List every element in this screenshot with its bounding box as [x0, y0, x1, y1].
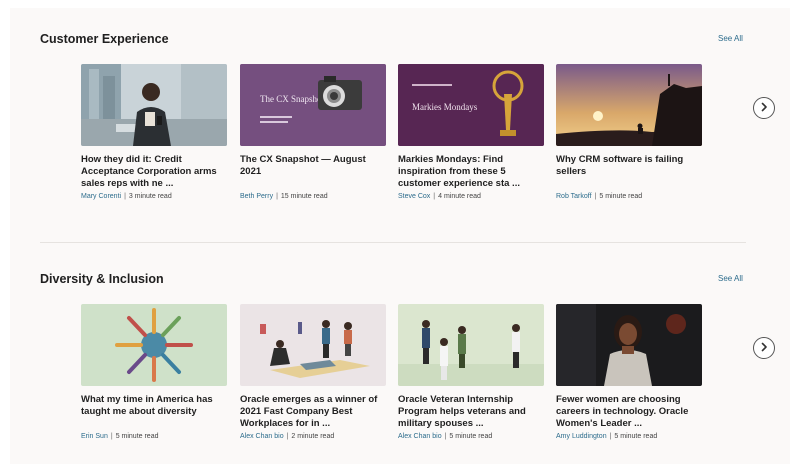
- author-link[interactable]: Amy Luddington: [556, 433, 607, 440]
- see-all-link[interactable]: See All: [718, 34, 743, 43]
- section-customer-experience: Customer Experience See All How they did…: [10, 32, 790, 242]
- meta-separator: |: [110, 433, 113, 440]
- carousel-next-button[interactable]: [753, 97, 775, 119]
- author-link[interactable]: Alex Chan bio: [240, 433, 284, 440]
- read-time: 5 minute read: [115, 433, 159, 440]
- article-meta: Erin Sun | 5 minute read: [81, 433, 227, 440]
- read-time: 2 minute read: [291, 433, 335, 440]
- article-card[interactable]: How they did it: Credit Acceptance Corpo…: [81, 64, 227, 200]
- article-image: Markies Mondays: [398, 64, 544, 146]
- meta-separator: |: [594, 193, 597, 200]
- section-header: Customer Experience See All: [40, 32, 790, 52]
- article-image: [81, 64, 227, 146]
- content-frame: Customer Experience See All How they did…: [10, 8, 790, 464]
- article-title: What my time in America has taught me ab…: [81, 394, 213, 417]
- author-link[interactable]: Steve Cox: [398, 193, 430, 200]
- read-time: 15 minute read: [280, 193, 328, 200]
- article-title: Markies Mondays: Find inspiration from t…: [398, 154, 520, 189]
- meta-separator: |: [286, 433, 289, 440]
- meta-separator: |: [433, 193, 436, 200]
- read-time: 4 minute read: [438, 193, 481, 200]
- read-time: 5 minute read: [614, 433, 658, 440]
- article-meta: Mary Corenti | 3 minute read: [81, 193, 227, 200]
- article-card[interactable]: The CX Snapshot The CX Snapshot — August…: [240, 64, 386, 200]
- article-image: [240, 304, 386, 386]
- section-diversity-inclusion: Diversity & Inclusion See All What my ti…: [10, 272, 790, 462]
- article-meta: Rob Tarkoff | 5 minute read: [556, 193, 702, 200]
- article-title: The CX Snapshot — August 2021: [240, 154, 366, 177]
- article-card[interactable]: Fewer women are choosing careers in tech…: [556, 304, 702, 440]
- chevron-right-icon: [759, 99, 769, 117]
- article-title: Oracle emerges as a winner of 2021 Fast …: [240, 394, 378, 429]
- article-image: [81, 304, 227, 386]
- author-link[interactable]: Beth Perry: [240, 193, 273, 200]
- article-title: How they did it: Credit Acceptance Corpo…: [81, 154, 217, 189]
- author-link[interactable]: Rob Tarkoff: [556, 193, 592, 200]
- article-title: Fewer women are choosing careers in tech…: [556, 394, 689, 429]
- section-header: Diversity & Inclusion See All: [40, 272, 790, 292]
- meta-separator: |: [444, 433, 447, 440]
- article-card[interactable]: What my time in America has taught me ab…: [81, 304, 227, 440]
- read-time: 5 minute read: [449, 433, 493, 440]
- section-title: Customer Experience: [40, 32, 169, 46]
- article-meta: Amy Luddington | 5 minute read: [556, 433, 702, 440]
- article-image: The CX Snapshot: [240, 64, 386, 146]
- meta-separator: |: [609, 433, 612, 440]
- see-all-link[interactable]: See All: [718, 274, 743, 283]
- article-meta: Steve Cox | 4 minute read: [398, 193, 544, 200]
- article-title: Oracle Veteran Internship Program helps …: [398, 394, 526, 429]
- article-image: [398, 304, 544, 386]
- article-image: [556, 64, 702, 146]
- section-title: Diversity & Inclusion: [40, 272, 164, 286]
- author-link[interactable]: Mary Corenti: [81, 193, 121, 200]
- thumb-caption: The CX Snapshot: [260, 94, 324, 104]
- read-time: 3 minute read: [128, 193, 172, 200]
- section-divider: [40, 242, 746, 243]
- carousel-next-button[interactable]: [753, 337, 775, 359]
- author-link[interactable]: Alex Chan bio: [398, 433, 442, 440]
- article-image: [556, 304, 702, 386]
- thumb-caption: Markies Mondays: [412, 102, 478, 112]
- article-title: Why CRM software is failing sellers: [556, 154, 684, 177]
- article-card[interactable]: Oracle Veteran Internship Program helps …: [398, 304, 544, 440]
- author-link[interactable]: Erin Sun: [81, 433, 108, 440]
- read-time: 5 minute read: [599, 193, 643, 200]
- chevron-right-icon: [759, 339, 769, 357]
- article-meta: Beth Perry | 15 minute read: [240, 193, 386, 200]
- article-card[interactable]: Markies Mondays Markies Mondays: Find in…: [398, 64, 544, 200]
- article-meta: Alex Chan bio | 2 minute read: [240, 433, 386, 440]
- article-card[interactable]: Oracle emerges as a winner of 2021 Fast …: [240, 304, 386, 440]
- article-meta: Alex Chan bio | 5 minute read: [398, 433, 544, 440]
- meta-separator: |: [124, 193, 126, 200]
- article-card[interactable]: Why CRM software is failing sellers Rob …: [556, 64, 702, 200]
- meta-separator: |: [276, 193, 278, 200]
